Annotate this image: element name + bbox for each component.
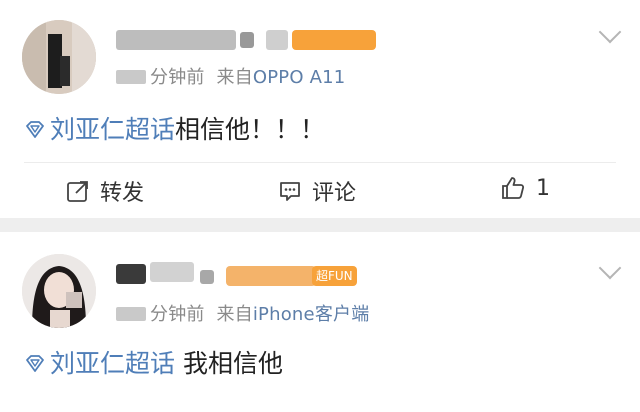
superfun-badge: 超FUN <box>312 266 357 286</box>
comment-button[interactable]: 评论 <box>278 175 356 207</box>
thumbs-up-icon <box>502 177 525 199</box>
supertopic-diamond-icon <box>26 355 44 372</box>
post-content: 刘亚仁超话 我相信他 <box>24 344 283 380</box>
like-button[interactable]: 1 <box>500 175 550 201</box>
like-count: 1 <box>536 175 550 201</box>
username-blurred[interactable] <box>116 30 236 50</box>
username-blurred <box>150 262 194 282</box>
post-separator <box>0 218 640 232</box>
post-source[interactable]: iPhone客户端 <box>253 304 370 325</box>
supertopic-diamond-icon <box>26 121 44 138</box>
supertopic-link[interactable]: 刘亚仁超话 <box>50 349 175 378</box>
post-text: 我相信他 <box>182 349 283 378</box>
blurred-time <box>116 307 146 321</box>
repost-button[interactable]: 转发 <box>66 175 144 207</box>
supertopic-link[interactable]: 刘亚仁超话 <box>50 115 175 144</box>
avatar[interactable] <box>22 254 96 328</box>
post-source[interactable]: OPPO A11 <box>253 67 346 88</box>
username-blurred[interactable] <box>116 264 146 284</box>
chevron-down-icon[interactable] <box>598 20 622 44</box>
member-badge <box>226 266 316 286</box>
post-content: 刘亚仁超话相信他！！！ <box>24 110 325 146</box>
username-blurred <box>200 270 214 284</box>
source-prefix: 来自 <box>216 304 253 325</box>
comment-icon <box>280 182 300 201</box>
source-prefix: 来自 <box>216 67 253 88</box>
post-text: 相信他！！！ <box>175 115 326 144</box>
post-time: 分钟前 <box>150 304 205 325</box>
post-meta: 分钟前 来自iPhone客户端 <box>116 300 369 326</box>
chevron-down-icon[interactable] <box>598 256 622 280</box>
blurred-time <box>116 70 146 84</box>
repost-label: 转发 <box>100 181 145 206</box>
username-blurred <box>240 32 254 48</box>
member-badge <box>292 30 376 50</box>
repost-icon <box>67 181 88 202</box>
post-card-2: 超FUN 分钟前 来自iPhone客户端 刘亚仁超话 我相信他 <box>0 232 640 412</box>
superfun-badge-label: 超FUN <box>316 269 353 283</box>
action-bar: 转发 评论 1 <box>0 163 640 217</box>
post-meta: 分钟前 来自OPPO A11 <box>116 63 345 89</box>
post-time: 分钟前 <box>150 67 205 88</box>
comment-label: 评论 <box>312 181 357 206</box>
avatar[interactable] <box>22 20 96 94</box>
post-card-1: 分钟前 来自OPPO A11 刘亚仁超话相信他！！！ 转发 评论 1 <box>0 0 640 218</box>
username-blurred <box>266 30 288 50</box>
